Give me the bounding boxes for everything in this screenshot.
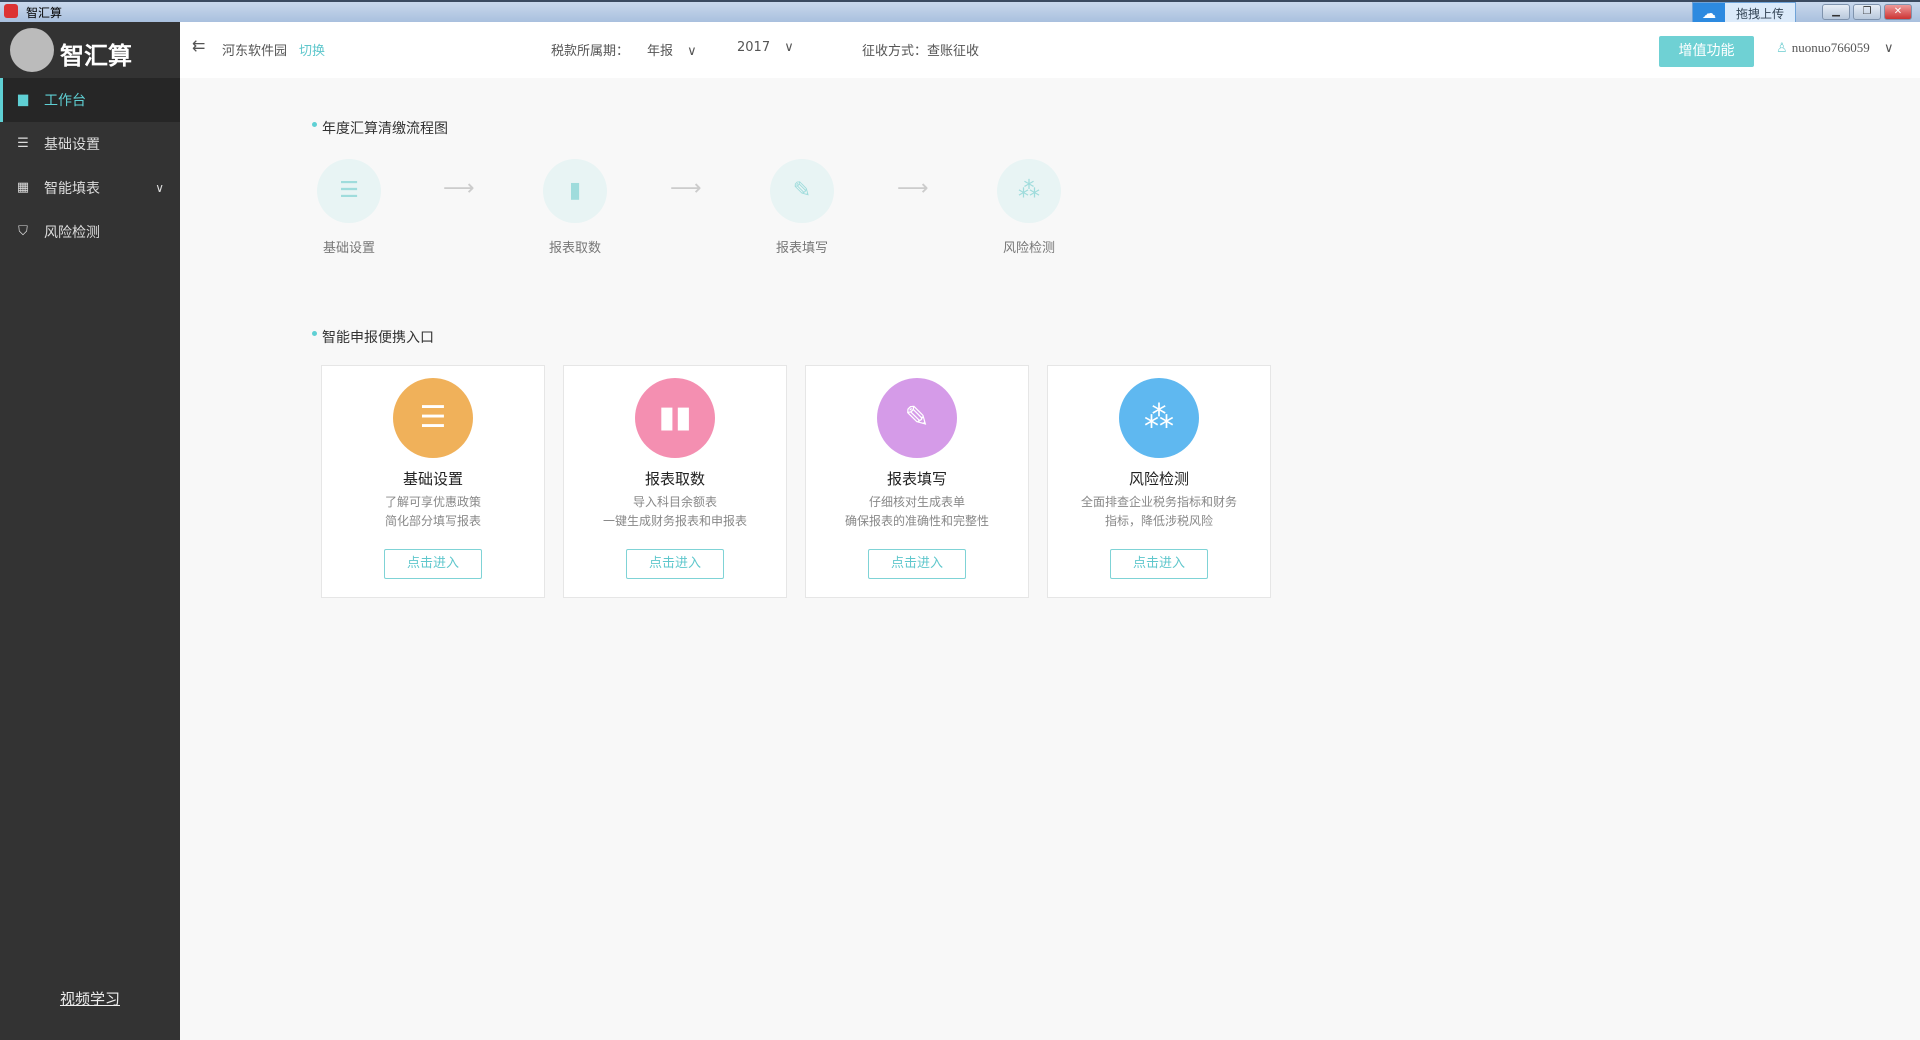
- card-desc: 简化部分填写报表: [384, 514, 481, 528]
- logo: 智汇算: [0, 22, 180, 78]
- bar-chart-icon: ▮▮: [635, 378, 715, 458]
- flow-step-label: 风险检测: [1002, 241, 1055, 256]
- enter-button[interactable]: 点击进入: [384, 549, 482, 579]
- enter-button[interactable]: 点击进入: [626, 549, 724, 579]
- pencil-icon: ✎: [770, 159, 834, 223]
- app-icon: [4, 4, 18, 18]
- arrow-right-icon: ⟶: [670, 176, 702, 201]
- sidebar-item-basic-settings[interactable]: ☰ 基础设置: [0, 122, 180, 166]
- card-desc: 导入科目余额表: [632, 495, 717, 509]
- window-title: 智汇算: [26, 6, 63, 20]
- arrow-right-icon: ⟶: [443, 176, 475, 201]
- user-menu[interactable]: ♙ nuonuo766059 ∨: [1776, 40, 1893, 56]
- entry-section-title: 智能申报便携入口: [312, 327, 434, 347]
- flow-section-title: 年度汇算清缴流程图: [312, 118, 448, 138]
- video-learning-link[interactable]: 视频学习: [0, 988, 180, 1009]
- sidebar-item-smart-fill[interactable]: ▦ 智能填表 ∨: [0, 166, 180, 210]
- shield-icon: ⛉: [18, 224, 28, 239]
- grid-icon: ▦: [16, 180, 30, 195]
- year-value: 2017: [737, 40, 771, 55]
- user-icon: ♙: [1776, 41, 1788, 56]
- sidebar-item-label: 基础设置: [44, 137, 100, 153]
- entry-card-risk-check: ⁂ 风险检测 全面排查企业税务指标和财务 指标，降低涉税风险 点击进入: [1047, 365, 1271, 598]
- period-type-select[interactable]: 年报 ∨: [647, 40, 697, 59]
- logo-mark: [10, 28, 54, 72]
- bar-chart-icon: ▮: [543, 159, 607, 223]
- close-button[interactable]: ✕: [1884, 4, 1912, 20]
- enter-button[interactable]: 点击进入: [1110, 549, 1208, 579]
- list-icon: ☰: [17, 136, 29, 151]
- card-title: 报表取数: [644, 470, 705, 488]
- year-select[interactable]: 2017 ∨: [737, 40, 794, 55]
- network-icon: ⁂: [1119, 378, 1199, 458]
- chevron-down-icon: ∨: [155, 181, 164, 195]
- header: ⇇ 河东软件园 切换 税款所属期： 年报 ∨ 2017 ∨ 征收方式：查账征收 …: [180, 22, 1920, 78]
- sidebar: 智汇算 ▆ 工作台 ☰ 基础设置 ▦ 智能填表 ∨ ⛉ 风险检测 视频学习: [0, 22, 180, 1040]
- entry-card-basic-settings: ☰ 基础设置 了解可享优惠政策 简化部分填写报表 点击进入: [321, 365, 545, 598]
- restore-button[interactable]: ❐: [1853, 4, 1881, 20]
- flow-step-label: 基础设置: [322, 241, 375, 256]
- card-desc: 了解可享优惠政策: [384, 495, 481, 509]
- window-titlebar: 智汇算 ☁ 拖拽上传 ▁ ❐ ✕: [0, 0, 1920, 26]
- sidebar-item-workbench[interactable]: ▆ 工作台: [0, 78, 180, 122]
- period-label: 税款所属期：: [551, 44, 630, 59]
- card-title: 基础设置: [402, 470, 463, 488]
- monitor-icon: ▆: [18, 92, 28, 107]
- chevron-down-icon: ∨: [687, 44, 697, 59]
- period-type-value: 年报: [647, 44, 674, 59]
- card-desc: 全面排查企业税务指标和财务: [1080, 495, 1237, 509]
- arrow-right-icon: ⟶: [897, 176, 929, 201]
- list-icon: ☰: [317, 159, 381, 223]
- flow-step-label: 报表填写: [775, 241, 828, 256]
- switch-company-link[interactable]: 切换: [299, 40, 325, 59]
- entry-card-report-fill: ✎ 报表填写 仔细核对生成表单确保报表的准确性和完整性 点击进入: [805, 365, 1029, 598]
- sidebar-item-risk-check[interactable]: ⛉ 风险检测: [0, 210, 180, 254]
- card-desc: 仔细核对生成表单: [868, 495, 965, 509]
- collapse-menu-icon[interactable]: ⇇: [192, 36, 205, 55]
- sidebar-item-label: 风险检测: [44, 225, 100, 241]
- network-icon: ⁂: [997, 159, 1061, 223]
- collection-method: 征收方式：查账征收: [862, 44, 980, 59]
- card-desc: 一键生成财务报表和申报表: [602, 514, 747, 528]
- pencil-icon: ✎: [877, 378, 957, 458]
- username: nuonuo766059: [1791, 40, 1870, 55]
- sidebar-item-label: 智能填表: [44, 181, 100, 197]
- sidebar-item-label: 工作台: [44, 93, 86, 109]
- card-title: 风险检测: [1128, 470, 1189, 488]
- flow-step-label: 报表取数: [548, 241, 601, 256]
- chevron-down-icon: ∨: [1883, 41, 1894, 56]
- entry-card-report-fetch: ▮▮ 报表取数 导入科目余额表一键生成财务报表和申报表 点击进入: [563, 365, 787, 598]
- card-desc: 确保报表的准确性和完整性: [844, 514, 989, 528]
- chevron-down-icon: ∨: [784, 40, 794, 55]
- card-desc: 指标，降低涉税风险: [1104, 514, 1213, 528]
- card-title: 报表填写: [886, 470, 947, 488]
- enter-button[interactable]: 点击进入: [868, 549, 966, 579]
- list-icon: ☰: [393, 378, 473, 458]
- value-added-button[interactable]: 增值功能: [1659, 36, 1754, 67]
- company-name: 河东软件园: [222, 44, 288, 59]
- logo-text: 智汇算: [60, 42, 132, 70]
- minimize-button[interactable]: ▁: [1822, 4, 1850, 20]
